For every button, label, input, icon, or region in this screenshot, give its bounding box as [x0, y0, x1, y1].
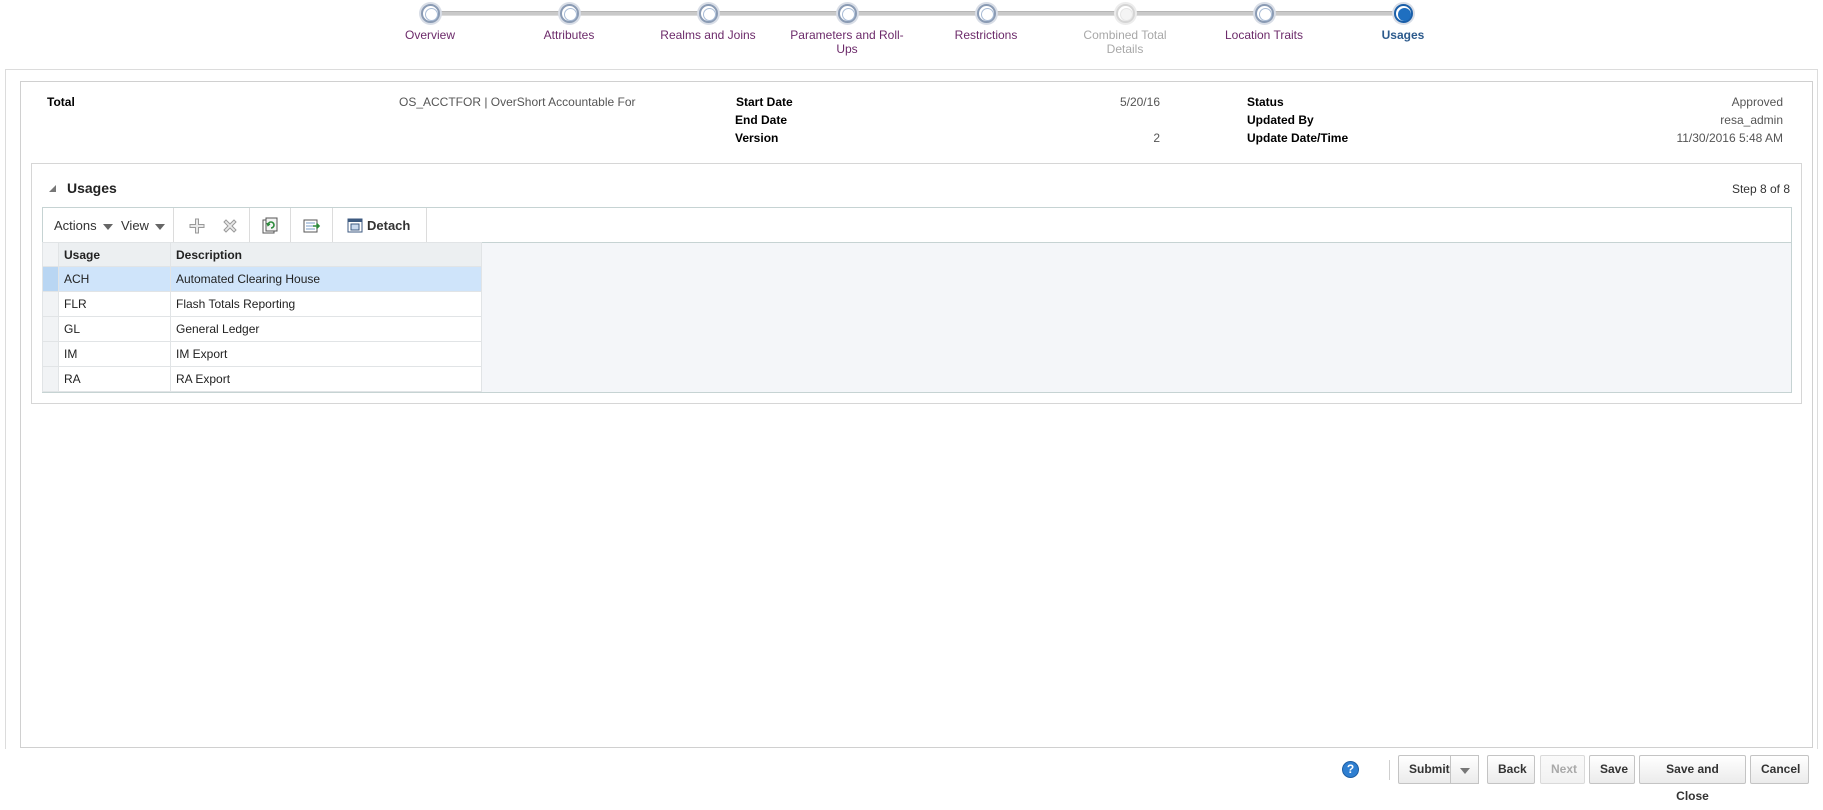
- train-stop-label[interactable]: Overview: [360, 28, 500, 42]
- train-stop-label[interactable]: Location Traits: [1194, 28, 1334, 42]
- row-header[interactable]: [42, 366, 59, 392]
- usage-cell[interactable]: GL: [58, 316, 171, 342]
- toolbar-separator: [332, 208, 333, 243]
- table-row[interactable]: FLR Flash Totals Reporting: [42, 291, 482, 317]
- collapse-triangle-icon[interactable]: [49, 185, 56, 192]
- save-button[interactable]: Save: [1589, 755, 1635, 784]
- usage-cell[interactable]: FLR: [58, 291, 171, 317]
- train-stop-label[interactable]: Realms and Joins: [638, 28, 778, 42]
- chevron-down-icon[interactable]: [102, 223, 113, 230]
- description-cell[interactable]: RA Export: [170, 366, 482, 392]
- submit-menu-button[interactable]: [1451, 755, 1479, 784]
- total-label: Total: [47, 95, 75, 109]
- actions-menu[interactable]: Actions: [54, 208, 113, 243]
- description-cell[interactable]: Automated Clearing House: [170, 266, 482, 292]
- usage-cell[interactable]: IM: [58, 341, 171, 367]
- usage-cell[interactable]: ACH: [58, 266, 171, 292]
- detach-icon[interactable]: [347, 217, 363, 233]
- process-train: Overview Attributes Realms and Joins Par…: [0, 0, 1823, 68]
- delete-icon[interactable]: [221, 217, 239, 235]
- usage-cell[interactable]: RA: [58, 366, 171, 392]
- version-value: 2: [1153, 131, 1160, 145]
- train-stop-label[interactable]: Parameters and Roll-Ups: [783, 28, 911, 56]
- row-header[interactable]: [42, 341, 59, 367]
- add-icon[interactable]: [188, 217, 206, 235]
- train-stop-circle[interactable]: [837, 4, 857, 23]
- row-header[interactable]: [42, 316, 59, 342]
- train-stop-label: Usages: [1381, 28, 1425, 42]
- train-stop-label[interactable]: Attributes: [499, 28, 639, 42]
- table-header-row: Usage Description: [42, 242, 482, 267]
- chevron-down-icon[interactable]: [154, 223, 165, 230]
- help-icon[interactable]: ?: [1342, 761, 1359, 778]
- train-stop-combined-total-details: Combined Total Details: [1055, 4, 1195, 56]
- train-stop-circle[interactable]: [976, 4, 996, 23]
- train-stop-restrictions[interactable]: Restrictions: [916, 4, 1056, 42]
- usages-panel-title: Usages: [67, 180, 117, 196]
- updated-by-label: Updated By: [1247, 113, 1314, 127]
- table-row[interactable]: GL General Ledger: [42, 316, 482, 342]
- train-stop-circle[interactable]: [698, 4, 718, 23]
- column-header-usage[interactable]: Usage: [58, 242, 171, 267]
- description-cell[interactable]: Flash Totals Reporting: [170, 291, 482, 317]
- train-stop-circle[interactable]: [559, 4, 579, 23]
- total-value: OS_ACCTFOR | OverShort Accountable For: [399, 95, 636, 109]
- detach-button[interactable]: Detach: [347, 208, 410, 243]
- chevron-down-icon[interactable]: [1460, 768, 1470, 774]
- refresh-icon[interactable]: [261, 217, 279, 235]
- view-menu-label[interactable]: View: [121, 218, 149, 233]
- step-indicator: Step 8 of 8: [1731, 182, 1790, 196]
- column-header-description[interactable]: Description: [170, 242, 482, 267]
- save-and-close-button[interactable]: Save and Close: [1639, 755, 1746, 803]
- version-label: Version: [735, 131, 779, 145]
- submit-button[interactable]: Submit: [1398, 755, 1451, 784]
- updated-by-value: resa_admin: [1720, 113, 1783, 127]
- toolbar-separator: [249, 208, 250, 243]
- status-value: Approved: [1731, 95, 1783, 109]
- train-stop-label: Combined Total Details: [1083, 28, 1167, 56]
- usages-toolbar: Actions View Detach: [42, 207, 1792, 243]
- update-datetime-value: 11/30/2016 5:48 AM: [1676, 131, 1783, 145]
- update-datetime-label: Update Date/Time: [1247, 131, 1349, 145]
- train-stop-label[interactable]: Restrictions: [916, 28, 1056, 42]
- train-stop-circle[interactable]: [1393, 4, 1413, 23]
- train-stop-usages[interactable]: Usages: [1333, 4, 1473, 42]
- table-row[interactable]: IM IM Export: [42, 341, 482, 367]
- train-stop-circle[interactable]: [420, 4, 440, 23]
- train-stop-overview[interactable]: Overview: [360, 4, 500, 42]
- train-stop-location-traits[interactable]: Location Traits: [1194, 4, 1334, 42]
- view-menu[interactable]: View: [121, 208, 165, 243]
- description-cell[interactable]: IM Export: [170, 341, 482, 367]
- end-date-label: End Date: [735, 113, 788, 127]
- toolbar-separator: [173, 208, 174, 243]
- start-date-label: Start Date: [736, 95, 793, 109]
- train-stop-attributes[interactable]: Attributes: [499, 4, 639, 42]
- status-label: Status: [1247, 95, 1284, 109]
- next-button: Next: [1540, 755, 1585, 784]
- footer-separator: [1389, 760, 1390, 780]
- table-row[interactable]: ACH Automated Clearing House: [42, 266, 482, 292]
- toolbar-separator: [290, 208, 291, 243]
- toolbar-separator: [426, 208, 427, 243]
- detach-label[interactable]: Detach: [367, 218, 410, 233]
- row-header[interactable]: [42, 291, 59, 317]
- usages-table: Usage Description ACH Automated Clearing…: [42, 242, 482, 392]
- actions-menu-label[interactable]: Actions: [54, 218, 97, 233]
- cancel-button[interactable]: Cancel: [1750, 755, 1809, 784]
- train-stop-realms-and-joins[interactable]: Realms and Joins: [638, 4, 778, 42]
- train-stop-circle: [1115, 4, 1135, 23]
- start-date-value: 5/20/16: [1119, 95, 1160, 109]
- export-icon[interactable]: [303, 217, 321, 235]
- train-stop-parameters-and-rollups[interactable]: Parameters and Roll-Ups: [777, 4, 917, 56]
- table-row[interactable]: RA RA Export: [42, 366, 482, 392]
- row-header[interactable]: [42, 266, 59, 292]
- description-cell[interactable]: General Ledger: [170, 316, 482, 342]
- train-stop-circle[interactable]: [1254, 4, 1274, 23]
- back-button[interactable]: Back: [1487, 755, 1535, 784]
- row-header-corner: [42, 242, 59, 267]
